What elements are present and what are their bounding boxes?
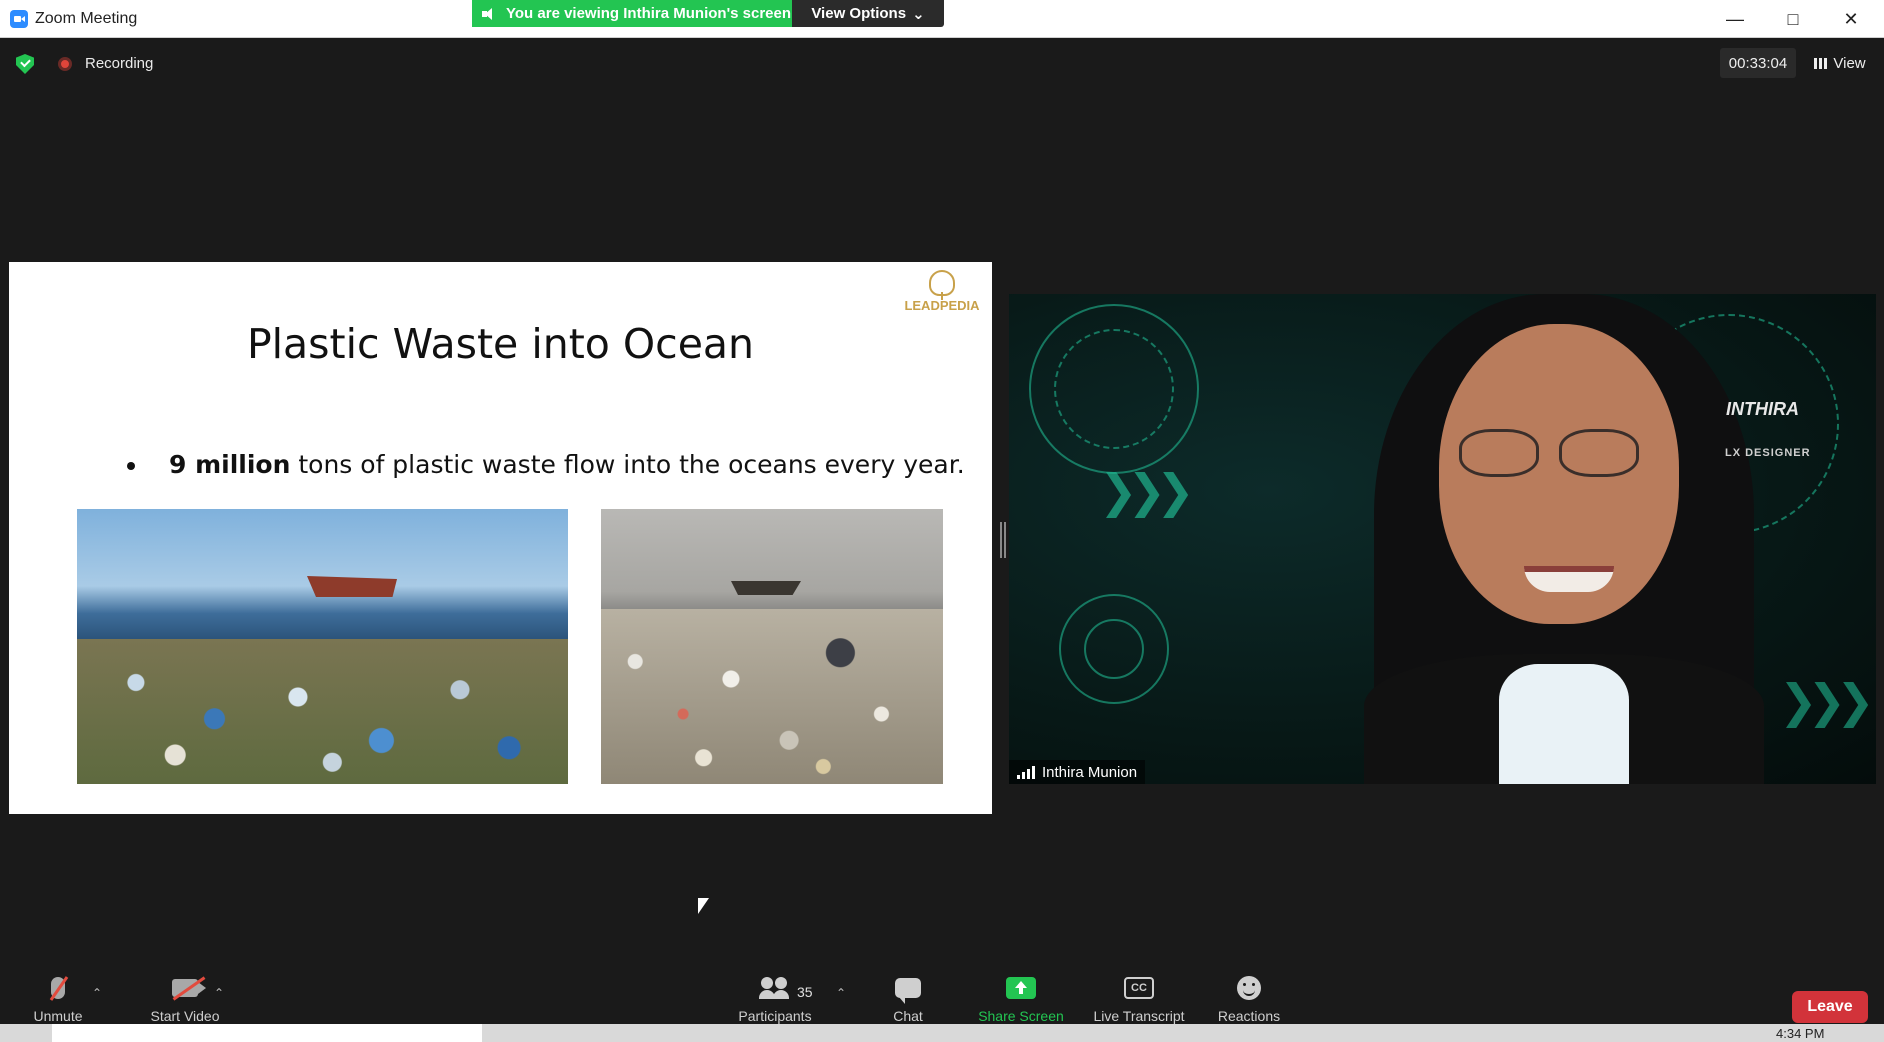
- recording-label: Recording: [85, 55, 154, 72]
- video-camera-off-icon: [172, 979, 206, 997]
- chat-label: Chat: [893, 1008, 923, 1024]
- background-role-tag: LX DESIGNER: [1725, 447, 1811, 459]
- share-screen-icon: [1006, 977, 1036, 999]
- plastic-shore-photo: [77, 509, 568, 784]
- bullet-dot-icon: [127, 462, 135, 470]
- viewing-screen-banner: You are viewing Inthira Munion's screen: [472, 0, 792, 27]
- chevron-down-icon: ⌄: [912, 5, 925, 23]
- live-transcript-label: Live Transcript: [1093, 1008, 1185, 1024]
- view-button-label: View: [1833, 54, 1866, 72]
- taskbar-clock: 4:34 PM: [1776, 1026, 1825, 1041]
- window-title: Zoom Meeting: [35, 10, 138, 27]
- zoom-app-icon: [10, 10, 28, 28]
- microphone-muted-icon: [51, 977, 65, 999]
- participant-name: Inthira Munion: [1042, 763, 1138, 781]
- plastic-water-photo: [601, 509, 943, 784]
- participants-count: 35: [797, 984, 813, 1000]
- signal-strength-icon: [1017, 765, 1035, 779]
- bg-ring-shape: [1054, 329, 1174, 449]
- chat-bubble-icon: [895, 978, 921, 1004]
- tree-logo-icon: [929, 270, 955, 300]
- background-name-tag: INTHIRA: [1726, 399, 1799, 419]
- live-transcript-button[interactable]: CC Live Transcript: [1086, 972, 1192, 1032]
- reactions-label: Reactions: [1217, 1008, 1281, 1024]
- viewing-screen-text: You are viewing Inthira Munion's screen: [506, 5, 792, 22]
- bg-ring-shape: [1084, 619, 1144, 679]
- glasses-right-shape: [1559, 429, 1639, 477]
- reaction-smiley-icon: [1237, 976, 1261, 1000]
- start-video-label: Start Video: [150, 1008, 220, 1024]
- video-options-caret-icon[interactable]: ⌃: [214, 986, 224, 1000]
- maximize-button[interactable]: □: [1764, 0, 1822, 38]
- os-taskbar: 4:34 PM: [0, 1024, 1884, 1042]
- bullet-bold-text: 9 million: [169, 450, 291, 479]
- participants-label: Participants: [738, 1008, 812, 1024]
- closed-caption-icon: CC: [1124, 977, 1154, 999]
- floating-trash-shape: [601, 609, 943, 784]
- participant-name-plate: Inthira Munion: [1009, 760, 1146, 784]
- encryption-shield-icon[interactable]: [16, 54, 34, 74]
- reactions-button[interactable]: Reactions: [1210, 972, 1288, 1032]
- view-options-button[interactable]: View Options ⌄: [792, 0, 944, 27]
- start-video-button[interactable]: Start Video: [130, 972, 240, 1032]
- leadpedia-logo: LEADPEDIA: [902, 270, 982, 316]
- speaker-icon: [482, 7, 496, 20]
- close-button[interactable]: ✕: [1822, 0, 1880, 38]
- meeting-timer: 00:33:04: [1720, 48, 1796, 78]
- bg-chevrons-icon: ❯❯❯: [1779, 675, 1875, 727]
- ship-shape: [307, 576, 397, 597]
- share-screen-button[interactable]: Share Screen: [966, 972, 1076, 1032]
- view-options-label: View Options: [811, 5, 907, 22]
- tshirt-shape: [1499, 664, 1629, 784]
- leave-button[interactable]: Leave: [1792, 991, 1868, 1023]
- mouth-shape: [1524, 566, 1614, 592]
- chat-button[interactable]: Chat: [880, 972, 936, 1032]
- maximize-icon: □: [1787, 8, 1799, 29]
- glasses-left-shape: [1459, 429, 1539, 477]
- boat-shape: [731, 581, 801, 595]
- meeting-toolbar: Unmute ⌃ Start Video ⌃ Participants 35 ⌃…: [0, 972, 1884, 1032]
- unmute-label: Unmute: [33, 1008, 83, 1024]
- bottle-debris-shape: [77, 639, 568, 784]
- unmute-button[interactable]: Unmute: [20, 972, 96, 1032]
- audio-options-caret-icon[interactable]: ⌃: [92, 986, 102, 1000]
- bullet-text: tons of plastic waste flow into the ocea…: [290, 450, 965, 479]
- taskbar-search-box[interactable]: [52, 1024, 482, 1042]
- participants-icon: [759, 977, 791, 999]
- slide-title: Plastic Waste into Ocean: [246, 320, 755, 368]
- logo-text: LEADPEDIA: [904, 298, 980, 313]
- panel-splitter-handle[interactable]: [1000, 522, 1006, 558]
- view-button[interactable]: View: [1806, 48, 1874, 78]
- slide-bullet: 9 million tons of plastic waste flow int…: [127, 450, 965, 479]
- participant-figure: [1354, 294, 1774, 784]
- participant-video-tile[interactable]: ❯❯❯ ❯❯❯ INTHIRA LX DESIGNER: [1009, 294, 1876, 784]
- participants-caret-icon[interactable]: ⌃: [836, 986, 846, 1000]
- grid-view-icon: [1814, 57, 1828, 69]
- recording-icon: [58, 57, 72, 71]
- minimize-button[interactable]: —: [1706, 0, 1764, 38]
- close-icon: ✕: [1843, 8, 1859, 29]
- minimize-icon: —: [1726, 8, 1744, 29]
- bg-chevrons-icon: ❯❯❯: [1099, 465, 1195, 517]
- participants-button[interactable]: Participants: [730, 972, 820, 1032]
- shared-screen-slide: LEADPEDIA Plastic Waste into Ocean 9 mil…: [9, 262, 992, 814]
- share-screen-label: Share Screen: [978, 1008, 1064, 1024]
- mouse-cursor-icon: [698, 898, 709, 914]
